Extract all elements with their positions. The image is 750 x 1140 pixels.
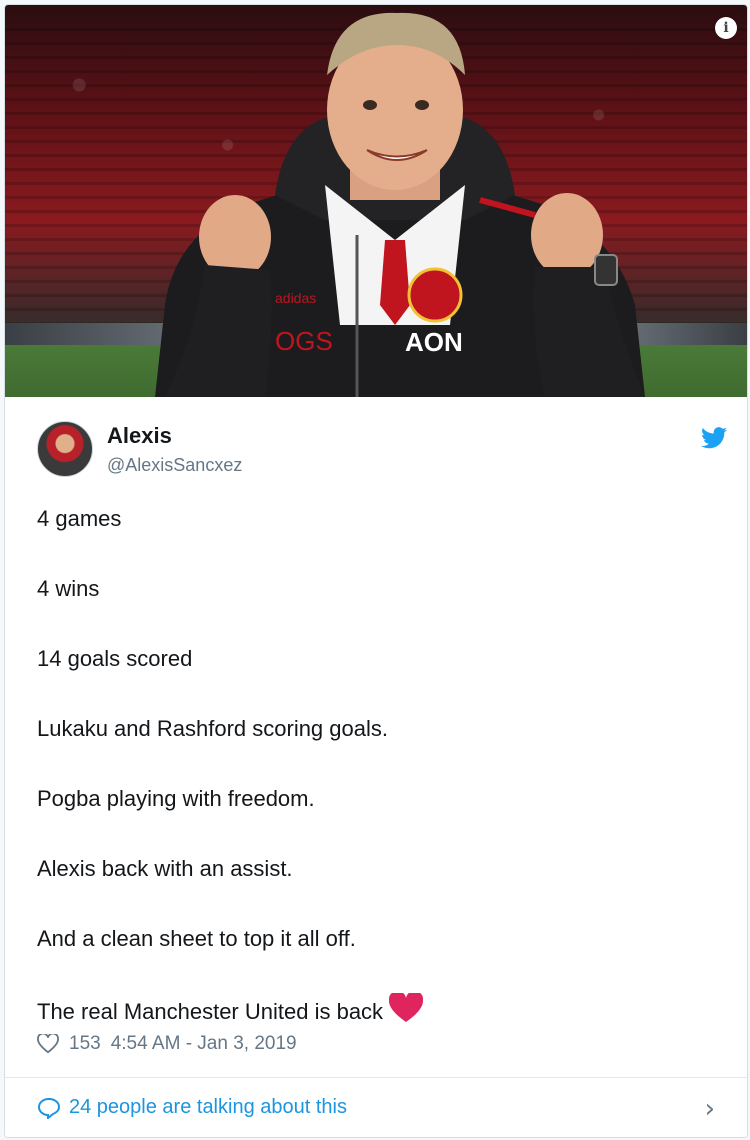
tweet-header: Alexis @AlexisSancxez (37, 421, 727, 481)
tweet-line: 14 goals scored (37, 646, 193, 671)
conversation-text[interactable]: 24 people are talking about this (69, 1096, 347, 1119)
tweet-footer[interactable]: 24 people are talking about this › (5, 1077, 747, 1137)
red-heart-emoji-icon (389, 993, 424, 1022)
avatar[interactable] (37, 421, 93, 477)
sponsor-logo-text: AON (405, 327, 463, 357)
tweet-meta: 153 4:54 AM - Jan 3, 2019 (37, 1033, 297, 1055)
tweet-text: 4 games 4 wins 14 goals scored Lukaku an… (37, 503, 717, 1063)
author-name[interactable]: Alexis (107, 423, 172, 449)
tweet-line: 4 wins (37, 576, 100, 601)
like-count[interactable]: 153 (69, 1033, 101, 1055)
tweet-line: Pogba playing with freedom. (37, 786, 315, 811)
initials-badge: OGS (275, 326, 333, 356)
tweet-line: Lukaku and Rashford scoring goals. (37, 716, 388, 741)
chevron-right-icon[interactable]: › (705, 1094, 715, 1124)
tweet-line: And a clean sheet to top it all off. (37, 926, 356, 951)
tweet-line: Alexis back with an assist. (37, 856, 293, 881)
heart-outline-icon[interactable] (37, 1034, 59, 1054)
tweet-timestamp[interactable]: 4:54 AM - Jan 3, 2019 (111, 1033, 297, 1055)
speech-bubble-icon (37, 1097, 61, 1119)
info-icon[interactable]: i (715, 17, 737, 39)
author-handle[interactable]: @AlexisSancxez (107, 455, 242, 476)
conversation-link[interactable]: 24 people are talking about this (37, 1096, 347, 1119)
brand-text: adidas (275, 290, 316, 306)
embedded-tweet-card[interactable]: adidas OGS AON i Alexis @AlexisSancxez 4… (4, 4, 748, 1138)
manager-figure: adidas OGS AON (155, 12, 645, 397)
twitter-bird-icon[interactable] (701, 427, 727, 449)
tweet-line: 4 games (37, 506, 122, 531)
tweet-line-text: The real Manchester United is back (37, 999, 384, 1024)
tweet-photo[interactable]: adidas OGS AON i (5, 5, 747, 397)
